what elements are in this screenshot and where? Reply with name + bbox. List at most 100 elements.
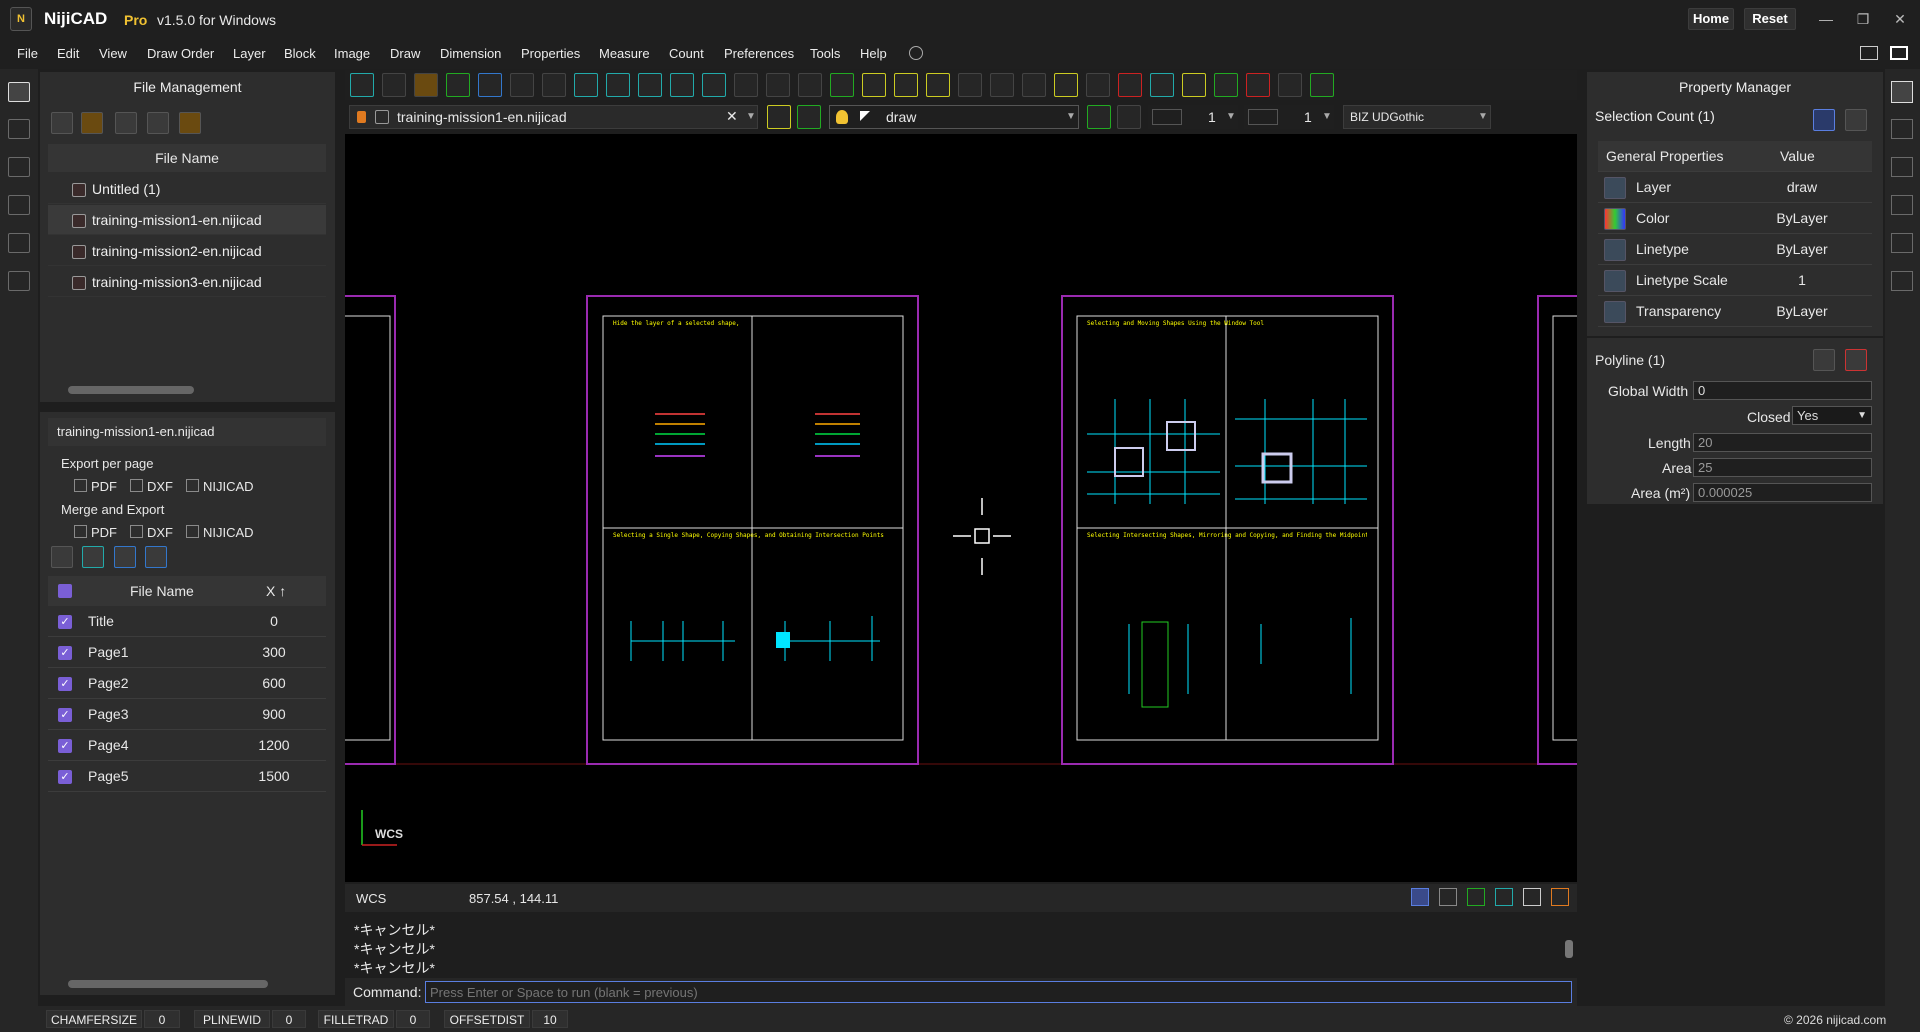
undo-icon[interactable] (350, 73, 374, 97)
layer-freeze-icon[interactable] (990, 73, 1014, 97)
menu-tools[interactable]: Tools (810, 46, 840, 61)
menu-edit[interactable]: Edit (57, 46, 79, 61)
tree-panel-icon[interactable] (8, 119, 30, 139)
layer-match-icon[interactable] (1054, 73, 1078, 97)
sort-icon[interactable] (1891, 271, 1913, 291)
page-row[interactable]: ✓ Page3 900 (48, 699, 326, 730)
lineweight-display-icon[interactable] (1551, 888, 1569, 906)
paint-icon[interactable] (1117, 105, 1141, 129)
font-combo[interactable]: BIZ UDGothic ▼ (1343, 105, 1491, 129)
file-row[interactable]: training-mission3-en.nijicad (48, 267, 326, 297)
page-checkbox[interactable]: ✓ (58, 770, 72, 784)
history-scrollbar[interactable] (1565, 940, 1573, 958)
snap-icon[interactable] (1150, 73, 1174, 97)
layout-full-icon[interactable] (1890, 46, 1908, 60)
page-checkbox[interactable]: ✓ (58, 677, 72, 691)
export-run-icon[interactable] (51, 546, 73, 568)
layer-combo[interactable]: draw ▼ (829, 105, 1079, 129)
home-button[interactable]: Home (1688, 8, 1734, 30)
quick-select-icon[interactable] (1813, 109, 1835, 131)
arc-icon[interactable] (638, 73, 662, 97)
menu-draw-order[interactable]: Draw Order (147, 46, 214, 61)
polyline-icon[interactable] (702, 73, 726, 97)
display-icon[interactable] (1278, 73, 1302, 97)
blocks-panel-icon[interactable] (8, 195, 30, 215)
closed-select[interactable]: Yes ▼ (1792, 406, 1872, 425)
snap-toggle-icon[interactable] (1411, 888, 1429, 906)
export-svg-icon[interactable] (510, 73, 534, 97)
export-nijicad-checkbox[interactable] (186, 479, 199, 492)
text-icon[interactable] (734, 73, 758, 97)
circle-icon[interactable] (606, 73, 630, 97)
file-row-selected[interactable]: training-mission1-en.nijicad (48, 205, 326, 235)
linescale-combo[interactable]: 1 ▼ (1244, 105, 1334, 129)
close-all-icon[interactable] (147, 112, 169, 134)
close-file-icon[interactable] (115, 112, 137, 134)
var-filletrad-value[interactable]: 0 (396, 1010, 430, 1028)
filter-icon[interactable] (1813, 349, 1835, 371)
close-icon[interactable]: ✕ (1880, 7, 1920, 31)
merge-nijicad-checkbox[interactable] (186, 525, 199, 538)
menu-view[interactable]: View (99, 46, 127, 61)
menu-preferences[interactable]: Preferences (724, 46, 794, 61)
layer-current-icon[interactable] (797, 105, 821, 129)
prop-row-transparency[interactable]: Transparency ByLayer (1598, 296, 1872, 327)
page-row[interactable]: ✓ Title 0 (48, 606, 326, 637)
maximize-icon[interactable]: ❐ (1843, 7, 1883, 31)
save-batch-icon[interactable] (145, 546, 167, 568)
layer-off-icon[interactable] (926, 73, 950, 97)
measure-icon[interactable] (1182, 73, 1206, 97)
deselect-icon[interactable] (1845, 109, 1867, 131)
image-icon[interactable] (830, 73, 854, 97)
file-row[interactable]: Untitled (1) (48, 174, 326, 204)
open-icon[interactable] (414, 73, 438, 97)
page-row[interactable]: ✓ Page1 300 (48, 637, 326, 668)
refresh-icon[interactable] (82, 546, 104, 568)
var-chamfersize-value[interactable]: 0 (144, 1010, 180, 1028)
var-plinewid-value[interactable]: 0 (272, 1010, 306, 1028)
tools-icon[interactable] (1891, 81, 1913, 103)
file-list-scrollbar[interactable] (68, 386, 194, 394)
edit-icon[interactable] (1891, 195, 1913, 215)
page-row[interactable]: ✓ Page5 1500 (48, 761, 326, 792)
var-offsetdist-value[interactable]: 10 (532, 1010, 568, 1028)
page-row[interactable]: ✓ Page4 1200 (48, 730, 326, 761)
export-png-icon[interactable] (542, 73, 566, 97)
merge-pdf-checkbox[interactable] (74, 525, 87, 538)
properties-icon[interactable] (1891, 119, 1913, 139)
match-props-icon[interactable] (1087, 105, 1111, 129)
menu-measure[interactable]: Measure (599, 46, 650, 61)
print-icon[interactable] (1891, 157, 1913, 177)
new-icon[interactable] (382, 73, 406, 97)
globe-icon[interactable] (909, 46, 923, 60)
save-as-icon[interactable] (478, 73, 502, 97)
layer-add-icon[interactable] (894, 73, 918, 97)
file-combo[interactable]: training-mission1-en.nijicad ✕ ▼ (349, 105, 758, 129)
save-icon[interactable] (446, 73, 470, 97)
polar-icon[interactable] (1495, 888, 1513, 906)
lineweight-combo[interactable]: 1 ▼ (1148, 105, 1238, 129)
layer-list-icon[interactable] (767, 105, 791, 129)
prop-row-linetype[interactable]: Linetype ByLayer (1598, 234, 1872, 265)
layer-icon[interactable] (862, 73, 886, 97)
open-file-icon[interactable] (81, 112, 103, 134)
command-input[interactable] (425, 981, 1572, 1003)
menu-block[interactable]: Block (284, 46, 316, 61)
layer-walk-icon[interactable] (958, 73, 982, 97)
rotate-icon[interactable] (1246, 73, 1270, 97)
menu-count[interactable]: Count (669, 46, 704, 61)
ucs-icon[interactable] (1086, 73, 1110, 97)
minimize-icon[interactable]: — (1806, 7, 1846, 31)
ortho-icon[interactable] (1467, 888, 1485, 906)
menu-file[interactable]: File (17, 46, 38, 61)
rectangle-icon[interactable] (670, 73, 694, 97)
batch-icon[interactable] (114, 546, 136, 568)
dimension-icon[interactable] (798, 73, 822, 97)
chevron-down-icon[interactable]: ▼ (746, 111, 756, 122)
close-tab-icon[interactable]: ✕ (726, 108, 738, 125)
new-pdf-icon[interactable] (51, 112, 73, 134)
pages-scrollbar[interactable] (68, 980, 268, 988)
menu-image[interactable]: Image (334, 46, 370, 61)
menu-properties[interactable]: Properties (521, 46, 580, 61)
layout-split-icon[interactable] (1860, 46, 1878, 60)
